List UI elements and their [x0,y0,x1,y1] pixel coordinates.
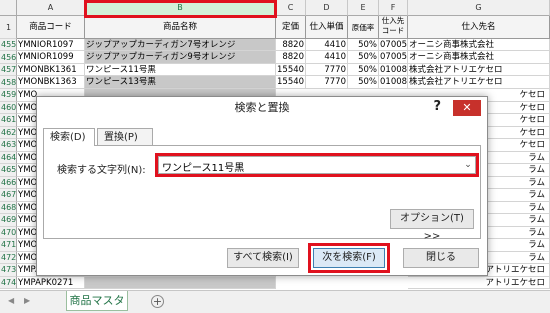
row-header[interactable]: 458 [0,76,17,89]
close-button[interactable]: 閉じる [403,248,479,268]
find-replace-dialog: 検索と置換 ? ✕ 検索(D) 置換(P) 検索する文字列(N): ワンピース1… [36,96,488,276]
cell-name[interactable]: ジップアップカーディガン9号オレンジ [85,51,276,64]
cell-cost[interactable]: 7770 [306,76,348,89]
close-icon[interactable]: ✕ [453,100,481,116]
column-header-c[interactable]: C [276,0,306,16]
row-header[interactable]: 468 [0,201,17,214]
row-header[interactable]: 467 [0,189,17,202]
find-next-button[interactable]: 次を検索(F) [313,248,385,268]
find-panel: 検索する文字列(N): ワンピース11号黒 ⌄ オプション(T) >> [43,145,481,242]
column-header-g[interactable]: G [408,0,550,16]
scroll-left-icon[interactable]: ◀ [8,296,14,305]
header-cell-supplier-code[interactable]: 仕入先 コード [379,16,408,39]
options-button[interactable]: オプション(T) >> [390,209,474,242]
cell-code[interactable]: YMONBK1361 [17,64,85,76]
row-header[interactable]: 456 [0,51,17,64]
row-header[interactable]: 465 [0,164,17,177]
sheet-tab-product-master[interactable]: 商品マスタ [66,291,128,311]
cell-code[interactable]: YMONBK1363 [17,76,85,89]
cell-rate[interactable]: 50% [348,76,379,89]
help-icon[interactable]: ? [433,99,441,114]
row-header[interactable]: 474 [0,276,17,289]
cell-name[interactable] [85,276,276,289]
row-header[interactable]: 473 [0,264,17,277]
cell-cost[interactable]: 4410 [306,51,348,64]
row-header[interactable]: 460 [0,101,17,114]
cell-cost[interactable]: 7770 [306,64,348,76]
row-header[interactable]: 464 [0,151,17,164]
column-header-a[interactable]: A [17,0,85,16]
row-header[interactable]: 462 [0,126,17,139]
cell-supplier-code[interactable]: 07005 [379,51,408,64]
cell-code[interactable]: YMNIOR1097 [17,39,85,51]
header-cell-product-name[interactable]: 商品名称 [85,16,276,39]
cell-rate[interactable]: 50% [348,64,379,76]
cell-price[interactable]: 8820 [276,39,306,51]
scroll-right-icon[interactable]: ▶ [24,296,30,305]
header-cell-unit-cost[interactable]: 仕入単価 [306,16,348,39]
row-header[interactable]: 459 [0,89,17,102]
column-header-f[interactable]: F [379,0,408,16]
cell-name[interactable]: ワンピース11号黒 [85,64,276,76]
header-cell-cost-rate[interactable]: 原価率 [348,16,379,39]
find-all-button[interactable]: すべて検索(I) [227,248,299,268]
cell-supplier-name[interactable]: オーニシ商事株式会社 [408,51,550,64]
cell-supplier-code[interactable]: 07005 [379,39,408,51]
cell-name[interactable]: ジップアップカーディガン7号オレンジ [85,39,276,51]
tab-find[interactable]: 検索(D) [43,128,95,146]
cell-supplier-code[interactable]: 01008 [379,76,408,89]
add-sheet-icon[interactable]: + [151,295,164,308]
chevron-down-icon[interactable]: ⌄ [461,157,475,173]
cell-name[interactable]: ワンピース13号黒 [85,76,276,89]
row-header[interactable]: 1 [0,16,17,39]
cell-supplier-code[interactable]: 01008 [379,64,408,76]
column-header-e[interactable]: E [348,0,379,16]
row-header[interactable]: 461 [0,114,17,127]
cell-price[interactable]: 8820 [276,51,306,64]
row-header[interactable]: 463 [0,139,17,152]
row-header[interactable]: 455 [0,39,17,51]
tab-replace[interactable]: 置換(P) [97,128,153,146]
row-header[interactable]: 466 [0,176,17,189]
select-all-corner[interactable] [0,0,17,16]
cell-code[interactable]: YMPAPK0271 [17,276,85,289]
row-header[interactable]: 457 [0,64,17,76]
cell-cost[interactable]: 4410 [306,39,348,51]
find-input[interactable]: ワンピース11号黒 ⌄ [158,156,476,174]
row-header[interactable]: 469 [0,214,17,227]
column-header-d[interactable]: D [306,0,348,16]
cell-supplier-name[interactable]: 株式会社アトリエケセロ [408,64,550,76]
cell-rate[interactable]: 50% [348,39,379,51]
cell-price[interactable]: 15540 [276,76,306,89]
cell-rate[interactable]: 50% [348,51,379,64]
header-cell-list-price[interactable]: 定価 [276,16,306,39]
column-header-b[interactable]: B [85,0,276,16]
cell-price[interactable]: 15540 [276,64,306,76]
row-header[interactable]: 471 [0,239,17,252]
find-input-value: ワンピース11号黒 [162,163,245,174]
sheet-tab-bar: ◀ ▶ 商品マスタ + [0,290,550,313]
cell-supplier-name[interactable]: 株式会社アトリエケセロ [408,76,550,89]
cell-code[interactable]: YMNIOR1099 [17,51,85,64]
header-cell-supplier-name[interactable]: 仕入先名 [408,16,550,39]
row-header[interactable]: 470 [0,226,17,239]
cell-supplier-name[interactable]: アトリエケセロ [408,276,550,289]
cell-supplier-name[interactable]: オーニシ商事株式会社 [408,39,550,51]
row-header[interactable]: 472 [0,251,17,264]
find-label: 検索する文字列(N): [57,165,146,176]
dialog-title: 検索と置換 [234,101,290,114]
header-cell-product-code[interactable]: 商品コード [17,16,85,39]
